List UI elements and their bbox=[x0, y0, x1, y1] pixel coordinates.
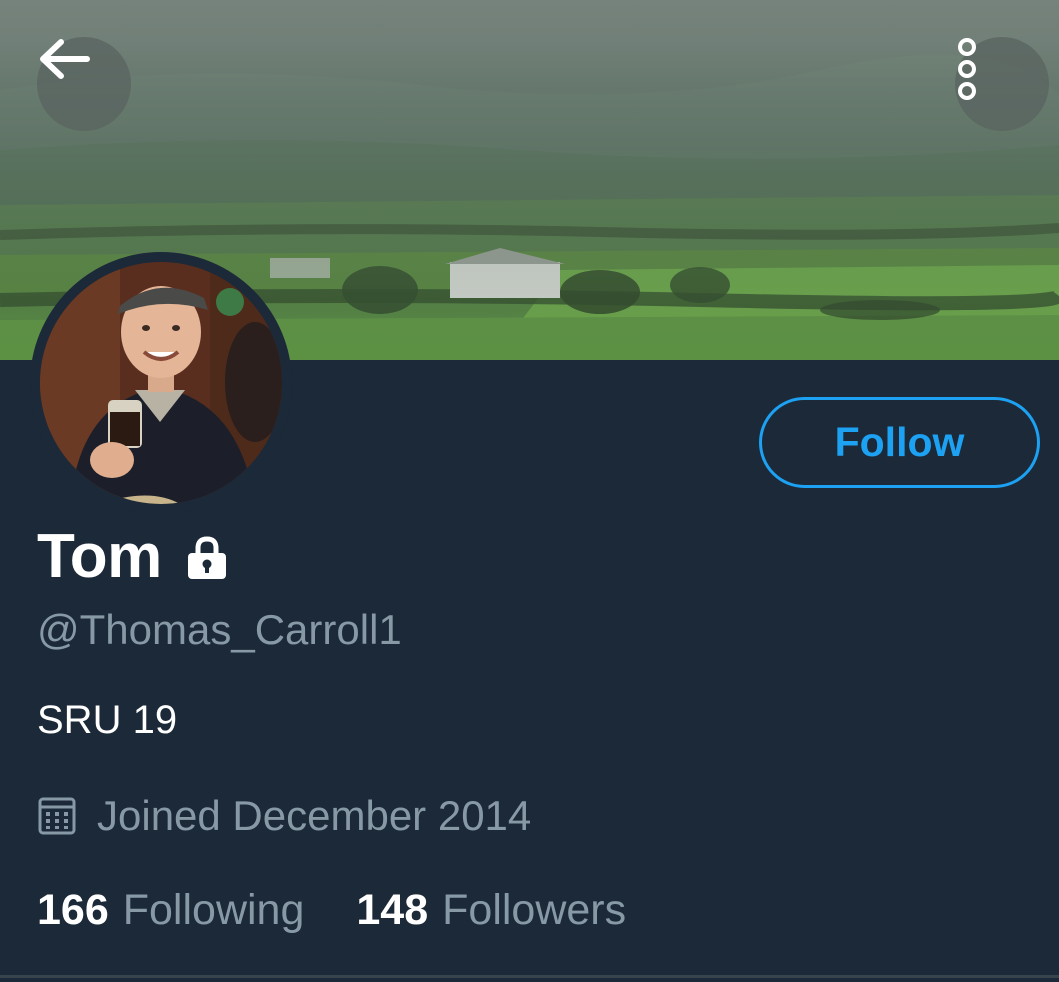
profile-screen: Follow Tom @Thomas_Carroll1 SRU 19 Joine… bbox=[0, 0, 1059, 982]
avatar-photo bbox=[40, 262, 282, 504]
joined-date-row: Joined December 2014 bbox=[37, 792, 531, 840]
follow-stats: 166 Following 148 Followers bbox=[37, 886, 626, 935]
follow-button[interactable]: Follow bbox=[759, 397, 1040, 488]
calendar-icon bbox=[37, 796, 77, 836]
user-bio: SRU 19 bbox=[37, 698, 178, 742]
followers-count: 148 bbox=[356, 886, 429, 934]
back-button[interactable] bbox=[37, 37, 131, 131]
followers-stat[interactable]: 148 Followers bbox=[356, 886, 626, 935]
display-name: Tom bbox=[37, 521, 162, 591]
user-handle: @Thomas_Carroll1 bbox=[37, 606, 402, 653]
following-count: 166 bbox=[37, 886, 109, 934]
more-options-button[interactable] bbox=[955, 37, 1049, 131]
followers-label: Followers bbox=[442, 886, 627, 934]
divider bbox=[0, 975, 1059, 978]
following-stat[interactable]: 166 Following bbox=[37, 886, 304, 935]
avatar[interactable] bbox=[30, 252, 292, 514]
lock-icon bbox=[184, 535, 230, 581]
following-label: Following bbox=[122, 886, 305, 934]
joined-date-text: Joined December 2014 bbox=[97, 792, 532, 839]
name-row: Tom bbox=[37, 518, 230, 594]
